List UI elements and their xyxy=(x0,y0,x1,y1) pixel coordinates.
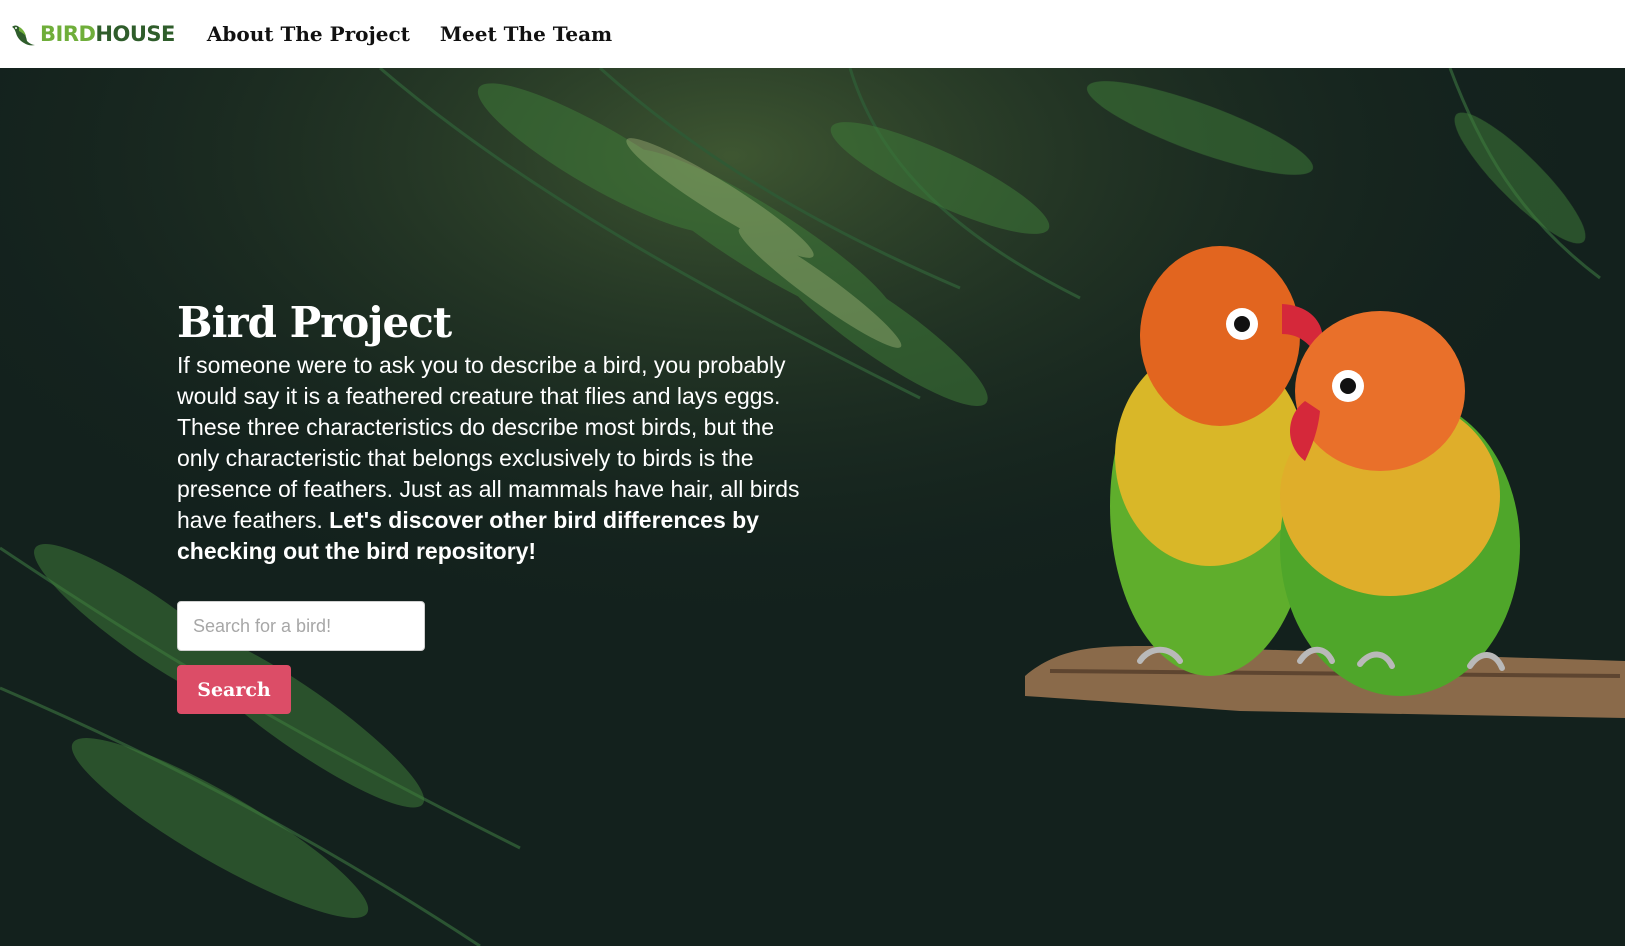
project-description: If someone were to ask you to describe a… xyxy=(177,350,817,567)
bird-search-input[interactable] xyxy=(177,601,425,651)
navbar: BIRDHOUSE About The Project Meet The Tea… xyxy=(0,0,1625,68)
logo-text: BIRDHOUSE xyxy=(40,22,175,46)
hero-content: Bird Project If someone were to ask you … xyxy=(177,298,817,567)
page-title: Bird Project xyxy=(177,298,452,347)
nav-link-meet-the-team[interactable]: Meet The Team xyxy=(440,22,612,46)
hero-section: Bird Project If someone were to ask you … xyxy=(0,68,1625,946)
description-text: If someone were to ask you to describe a… xyxy=(177,352,800,533)
search-button[interactable]: Search xyxy=(177,665,291,714)
birdhouse-logo[interactable]: BIRDHOUSE xyxy=(10,19,175,49)
green-bird-logo-icon xyxy=(12,25,35,46)
lovebirds-image xyxy=(1025,246,1625,718)
nav-link-about-the-project[interactable]: About The Project xyxy=(207,22,410,46)
